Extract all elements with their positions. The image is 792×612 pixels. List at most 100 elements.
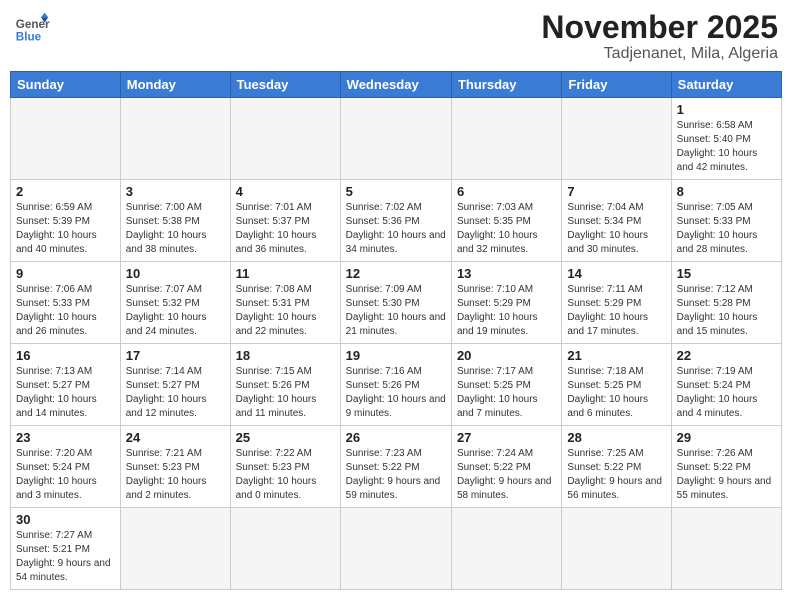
- day-info: Sunrise: 7:22 AM Sunset: 5:23 PM Dayligh…: [236, 447, 335, 503]
- calendar-cell: 11 Sunrise: 7:08 AM Sunset: 5:31 PM Dayli…: [230, 262, 340, 344]
- day-number: 4: [236, 184, 335, 199]
- day-number: 30: [16, 512, 115, 527]
- calendar-cell: [671, 508, 781, 590]
- day-info: Sunrise: 7:16 AM Sunset: 5:26 PM Dayligh…: [346, 365, 446, 421]
- calendar-header-thursday: Thursday: [451, 72, 561, 98]
- day-info: Sunrise: 6:58 AM Sunset: 5:40 PM Dayligh…: [677, 119, 776, 175]
- day-number: 24: [126, 430, 225, 445]
- logo-icon: General Blue: [14, 10, 50, 46]
- calendar-cell: [340, 98, 451, 180]
- day-info: Sunrise: 7:25 AM Sunset: 5:22 PM Dayligh…: [567, 447, 665, 503]
- calendar-cell: 22Sunrise: 7:19 AM Sunset: 5:24 PM Dayli…: [671, 344, 781, 426]
- header: General Blue November 2025 Tadjenanet, M…: [10, 10, 782, 63]
- week-row-4: 16Sunrise: 7:13 AM Sunset: 5:27 PM Dayli…: [11, 344, 782, 426]
- page: General Blue November 2025 Tadjenanet, M…: [0, 0, 792, 612]
- calendar-cell: 2 Sunrise: 6:59 AM Sunset: 5:39 PM Daylig…: [11, 180, 121, 262]
- day-info: Sunrise: 7:09 AM Sunset: 5:30 PM Dayligh…: [346, 283, 446, 339]
- day-number: 23: [16, 430, 115, 445]
- calendar-cell: 17Sunrise: 7:14 AM Sunset: 5:27 PM Dayli…: [120, 344, 230, 426]
- week-row-6: 30 Sunrise: 7:27 AM Sunset: 5:21 PM Dayli…: [11, 508, 782, 590]
- calendar-cell: [230, 508, 340, 590]
- calendar-header-friday: Friday: [562, 72, 671, 98]
- day-info: Sunrise: 7:00 AM Sunset: 5:38 PM Dayligh…: [126, 201, 225, 257]
- calendar-cell: 25 Sunrise: 7:22 AM Sunset: 5:23 PM Dayli…: [230, 426, 340, 508]
- day-number: 21: [567, 348, 665, 363]
- day-info: Sunrise: 7:27 AM Sunset: 5:21 PM Dayligh…: [16, 529, 115, 585]
- day-number: 28: [567, 430, 665, 445]
- day-info: Sunrise: 7:21 AM Sunset: 5:23 PM Dayligh…: [126, 447, 225, 503]
- calendar-cell: 15 Sunrise: 7:12 AM Sunset: 5:28 PM Dayli…: [671, 262, 781, 344]
- calendar-cell: 26 Sunrise: 7:23 AM Sunset: 5:22 PM Dayli…: [340, 426, 451, 508]
- calendar-cell: 5Sunrise: 7:02 AM Sunset: 5:36 PM Daylig…: [340, 180, 451, 262]
- day-number: 26: [346, 430, 446, 445]
- location-title: Tadjenanet, Mila, Algeria: [541, 45, 778, 63]
- calendar-cell: 21 Sunrise: 7:18 AM Sunset: 5:25 PM Dayli…: [562, 344, 671, 426]
- day-number: 25: [236, 430, 335, 445]
- calendar-cell: 19 Sunrise: 7:16 AM Sunset: 5:26 PM Dayli…: [340, 344, 451, 426]
- day-info: Sunrise: 7:12 AM Sunset: 5:28 PM Dayligh…: [677, 283, 776, 339]
- day-number: 18: [236, 348, 335, 363]
- calendar-cell: 9Sunrise: 7:06 AM Sunset: 5:33 PM Daylig…: [11, 262, 121, 344]
- day-info: Sunrise: 7:02 AM Sunset: 5:36 PM Dayligh…: [346, 201, 446, 257]
- day-info: Sunrise: 7:11 AM Sunset: 5:29 PM Dayligh…: [567, 283, 665, 339]
- calendar-header-monday: Monday: [120, 72, 230, 98]
- day-number: 6: [457, 184, 556, 199]
- calendar-cell: 23Sunrise: 7:20 AM Sunset: 5:24 PM Dayli…: [11, 426, 121, 508]
- calendar-header-saturday: Saturday: [671, 72, 781, 98]
- day-info: Sunrise: 7:26 AM Sunset: 5:22 PM Dayligh…: [677, 447, 776, 503]
- calendar-cell: [451, 98, 561, 180]
- day-info: Sunrise: 7:18 AM Sunset: 5:25 PM Dayligh…: [567, 365, 665, 421]
- calendar-cell: 20 Sunrise: 7:17 AM Sunset: 5:25 PM Dayli…: [451, 344, 561, 426]
- day-info: Sunrise: 7:04 AM Sunset: 5:34 PM Dayligh…: [567, 201, 665, 257]
- day-number: 20: [457, 348, 556, 363]
- calendar-cell: 3Sunrise: 7:00 AM Sunset: 5:38 PM Daylig…: [120, 180, 230, 262]
- calendar-cell: 30 Sunrise: 7:27 AM Sunset: 5:21 PM Dayli…: [11, 508, 121, 590]
- day-info: Sunrise: 7:15 AM Sunset: 5:26 PM Dayligh…: [236, 365, 335, 421]
- calendar-cell: 27Sunrise: 7:24 AM Sunset: 5:22 PM Dayli…: [451, 426, 561, 508]
- day-number: 15: [677, 266, 776, 281]
- day-info: Sunrise: 7:08 AM Sunset: 5:31 PM Dayligh…: [236, 283, 335, 339]
- calendar-cell: [120, 508, 230, 590]
- calendar-cell: 29 Sunrise: 7:26 AM Sunset: 5:22 PM Dayli…: [671, 426, 781, 508]
- svg-text:Blue: Blue: [16, 31, 42, 44]
- calendar-cell: 24 Sunrise: 7:21 AM Sunset: 5:23 PM Dayli…: [120, 426, 230, 508]
- calendar-cell: [230, 98, 340, 180]
- calendar-cell: 14 Sunrise: 7:11 AM Sunset: 5:29 PM Dayli…: [562, 262, 671, 344]
- day-info: Sunrise: 7:23 AM Sunset: 5:22 PM Dayligh…: [346, 447, 446, 503]
- calendar-cell: [120, 98, 230, 180]
- calendar-cell: [11, 98, 121, 180]
- calendar-cell: 1Sunrise: 6:58 AM Sunset: 5:40 PM Daylig…: [671, 98, 781, 180]
- calendar-header-sunday: Sunday: [11, 72, 121, 98]
- day-info: Sunrise: 7:01 AM Sunset: 5:37 PM Dayligh…: [236, 201, 335, 257]
- calendar-table: SundayMondayTuesdayWednesdayThursdayFrid…: [10, 71, 782, 590]
- calendar-header-tuesday: Tuesday: [230, 72, 340, 98]
- day-info: Sunrise: 7:17 AM Sunset: 5:25 PM Dayligh…: [457, 365, 556, 421]
- week-row-2: 2 Sunrise: 6:59 AM Sunset: 5:39 PM Daylig…: [11, 180, 782, 262]
- day-info: Sunrise: 7:03 AM Sunset: 5:35 PM Dayligh…: [457, 201, 556, 257]
- calendar-cell: [562, 98, 671, 180]
- calendar-cell: 8 Sunrise: 7:05 AM Sunset: 5:33 PM Daylig…: [671, 180, 781, 262]
- calendar-cell: [451, 508, 561, 590]
- day-number: 14: [567, 266, 665, 281]
- day-number: 2: [16, 184, 115, 199]
- day-info: Sunrise: 6:59 AM Sunset: 5:39 PM Dayligh…: [16, 201, 115, 257]
- week-row-1: 1Sunrise: 6:58 AM Sunset: 5:40 PM Daylig…: [11, 98, 782, 180]
- calendar-cell: 7Sunrise: 7:04 AM Sunset: 5:34 PM Daylig…: [562, 180, 671, 262]
- day-number: 12: [346, 266, 446, 281]
- day-number: 19: [346, 348, 446, 363]
- day-number: 29: [677, 430, 776, 445]
- day-info: Sunrise: 7:05 AM Sunset: 5:33 PM Dayligh…: [677, 201, 776, 257]
- title-block: November 2025 Tadjenanet, Mila, Algeria: [541, 10, 778, 63]
- calendar-cell: 18 Sunrise: 7:15 AM Sunset: 5:26 PM Dayli…: [230, 344, 340, 426]
- calendar-cell: [562, 508, 671, 590]
- calendar-cell: 13Sunrise: 7:10 AM Sunset: 5:29 PM Dayli…: [451, 262, 561, 344]
- day-number: 16: [16, 348, 115, 363]
- day-number: 8: [677, 184, 776, 199]
- calendar-cell: 4 Sunrise: 7:01 AM Sunset: 5:37 PM Daylig…: [230, 180, 340, 262]
- day-number: 11: [236, 266, 335, 281]
- day-number: 17: [126, 348, 225, 363]
- calendar-cell: 28 Sunrise: 7:25 AM Sunset: 5:22 PM Dayli…: [562, 426, 671, 508]
- day-number: 9: [16, 266, 115, 281]
- day-number: 27: [457, 430, 556, 445]
- calendar-cell: 12 Sunrise: 7:09 AM Sunset: 5:30 PM Dayli…: [340, 262, 451, 344]
